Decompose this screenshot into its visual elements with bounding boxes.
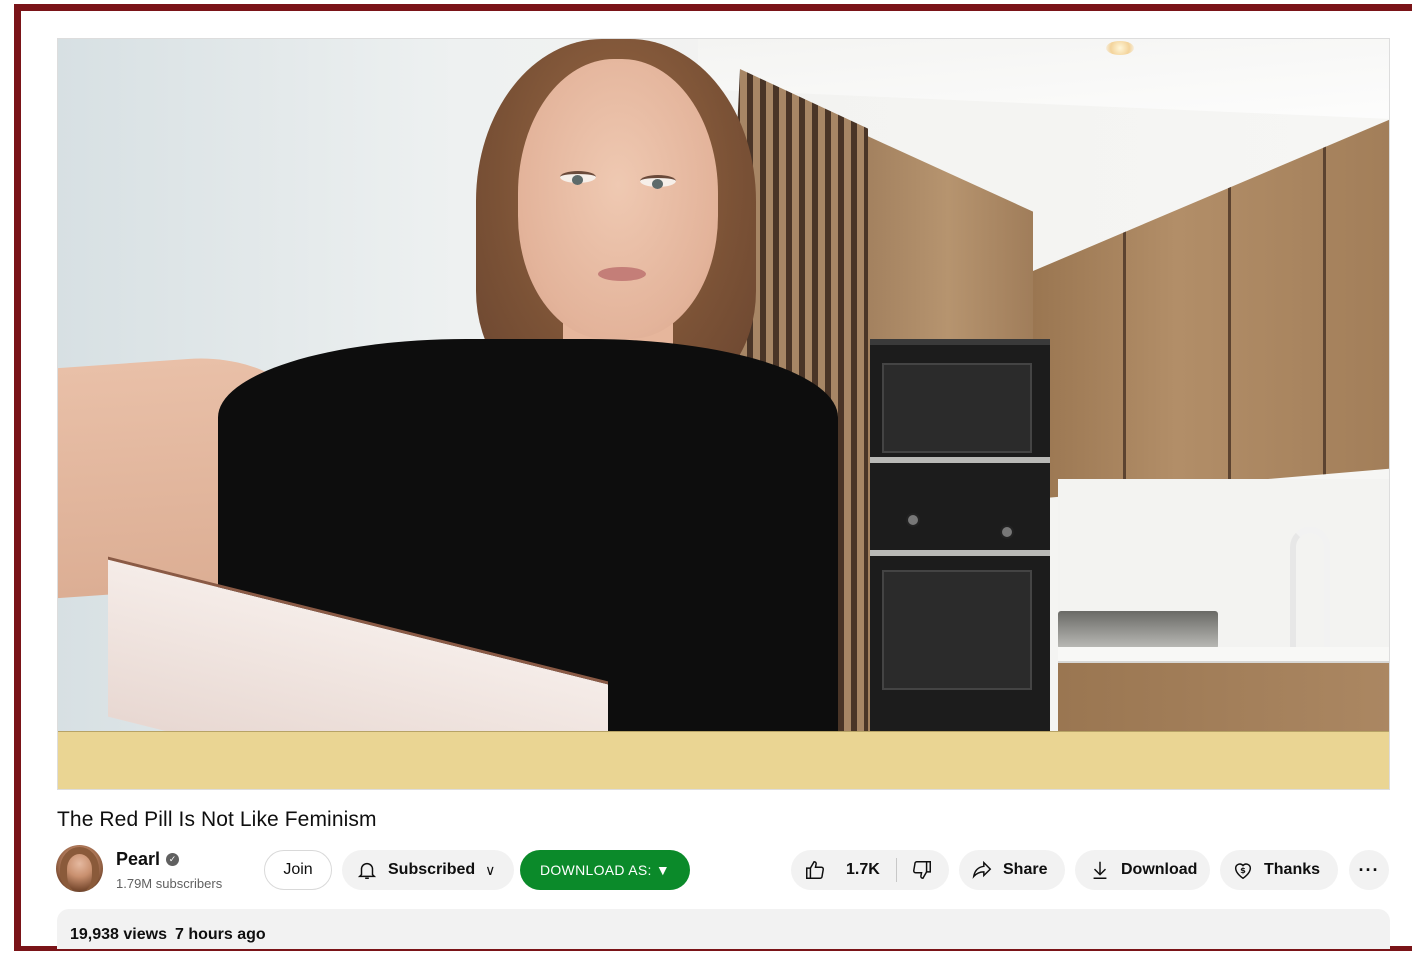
oven-stack xyxy=(870,339,1050,731)
oven-trim xyxy=(870,457,1050,463)
chevron-down-icon: ∨ xyxy=(485,861,496,878)
avatar-hair xyxy=(60,847,99,891)
countertop xyxy=(1058,647,1389,663)
download-icon xyxy=(1093,861,1107,879)
thumbs-up-icon[interactable] xyxy=(804,859,826,881)
more-actions-button[interactable]: ··· xyxy=(1349,850,1389,890)
person-face xyxy=(518,59,718,339)
frame-border-left xyxy=(14,4,21,951)
person-eye xyxy=(640,175,676,189)
heart-dollar-icon: $ xyxy=(1234,863,1252,880)
description-meta: 19,938 views 7 hours ago xyxy=(70,926,274,944)
verified-check-icon: ✓ xyxy=(166,853,179,866)
download-label: Download xyxy=(1121,861,1198,878)
share-button[interactable]: Share xyxy=(959,850,1065,890)
frame-border-top xyxy=(14,4,1412,11)
dish-rack xyxy=(1058,611,1218,649)
like-dislike-group: 1.7K xyxy=(791,850,949,890)
oven-trim xyxy=(870,550,1050,556)
svg-text:$: $ xyxy=(1240,865,1246,875)
subscribed-label: Subscribed xyxy=(388,861,476,878)
oven-knob xyxy=(1000,525,1014,539)
cabinet-seam xyxy=(1323,119,1326,499)
download-as-button[interactable]: DOWNLOAD AS: ▼ xyxy=(520,850,690,890)
view-count: 19,938 views xyxy=(70,926,167,943)
page-frame: The Red Pill Is Not Like Feminism Pearl … xyxy=(0,0,1412,953)
video-title: The Red Pill Is Not Like Feminism xyxy=(57,808,377,831)
bell-icon xyxy=(357,862,377,879)
upload-date: 7 hours ago xyxy=(174,926,266,943)
share-arrow-icon xyxy=(972,860,992,879)
download-button[interactable]: Download xyxy=(1075,850,1210,890)
video-letterbox-bar xyxy=(58,731,1389,789)
faucet xyxy=(1290,527,1330,647)
lower-cabinets xyxy=(1058,663,1389,731)
video-player[interactable] xyxy=(57,38,1390,790)
microwave-door xyxy=(882,363,1032,453)
video-frame[interactable] xyxy=(58,39,1389,731)
description-box[interactable]: 19,938 views 7 hours ago xyxy=(57,909,1390,949)
like-count[interactable]: 1.7K xyxy=(846,861,880,879)
oven-knob xyxy=(906,513,920,527)
ceiling-light xyxy=(1106,41,1134,55)
share-label: Share xyxy=(1003,861,1048,878)
person-mouth xyxy=(598,267,646,281)
thanks-button[interactable]: $ Thanks xyxy=(1220,850,1338,890)
channel-avatar[interactable] xyxy=(56,845,103,892)
channel-name[interactable]: Pearl xyxy=(116,849,160,870)
join-button[interactable]: Join xyxy=(264,850,332,890)
subscriber-count: 1.79M subscribers xyxy=(116,876,223,891)
thumbs-down-icon[interactable] xyxy=(911,859,933,881)
oven-door xyxy=(882,570,1032,690)
subscribed-button[interactable]: Subscribed ∨ xyxy=(342,850,514,890)
like-divider xyxy=(895,858,897,882)
thanks-label: Thanks xyxy=(1264,861,1321,878)
person-eye xyxy=(560,171,596,185)
